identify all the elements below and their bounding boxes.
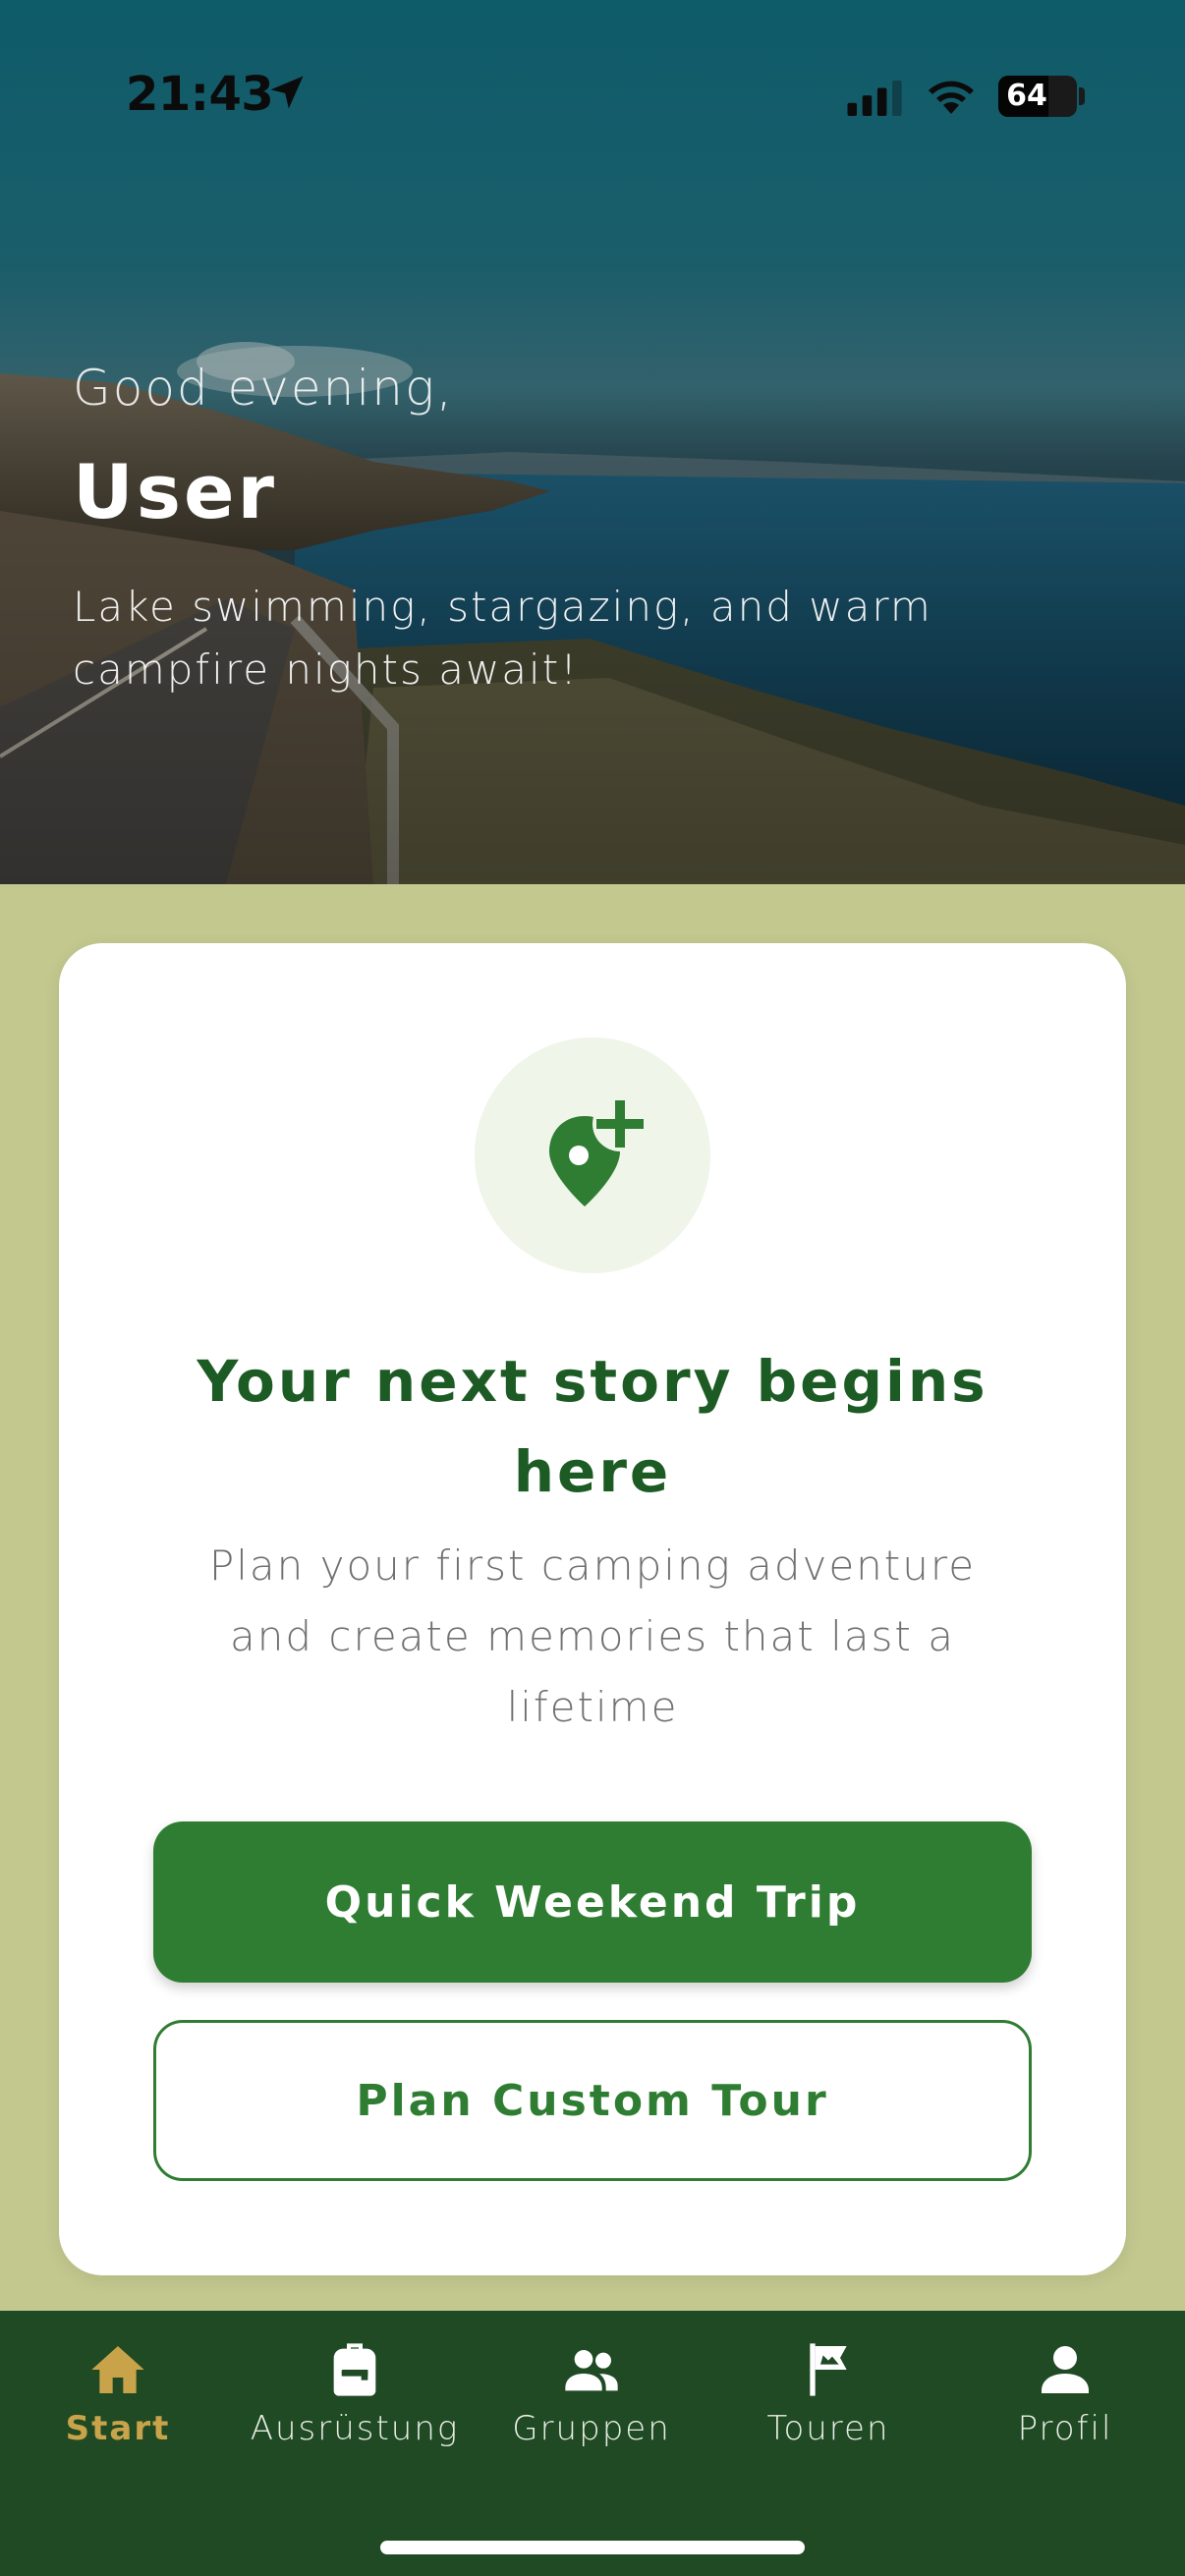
group-icon	[565, 2350, 618, 2391]
nav-label-start: Start	[65, 2409, 171, 2448]
nav-label-gruppen: Gruppen	[512, 2409, 671, 2448]
nav-item-touren[interactable]: Touren	[710, 2338, 946, 2476]
nav-item-ausruestung[interactable]: Ausrüstung	[237, 2338, 473, 2476]
battery-level: 64	[1006, 79, 1047, 113]
cellular-signal-icon	[847, 80, 902, 116]
nav-label-profil: Profil	[1017, 2409, 1113, 2448]
home-indicator[interactable]	[380, 2541, 805, 2554]
plan-custom-tour-button[interactable]: Plan Custom Tour	[153, 2020, 1032, 2181]
wifi-icon	[929, 81, 974, 114]
empty-state-card: Your next story begins here Plan your fi…	[59, 943, 1126, 2275]
backpack-icon	[333, 2343, 376, 2396]
nav-item-profil[interactable]: Profil	[947, 2338, 1183, 2476]
nav-item-gruppen[interactable]: Gruppen	[474, 2338, 709, 2476]
add-location-icon	[549, 1096, 648, 1206]
bottom-navigation: Start Ausrüstung Gruppen Touren Profil	[0, 2311, 1185, 2576]
user-name: User	[73, 448, 277, 535]
flag-icon	[810, 2343, 847, 2396]
nav-label-touren: Touren	[766, 2409, 890, 2448]
battery-cap	[1079, 87, 1085, 105]
card-title: Your next story begins here	[197, 1348, 988, 1505]
icon-circle	[475, 1037, 710, 1273]
person-icon	[1042, 2346, 1089, 2393]
card-subtitle: Plan your first camping adventure and cr…	[208, 1541, 977, 1731]
home-icon	[91, 2346, 144, 2393]
nav-item-start[interactable]: Start	[0, 2338, 236, 2476]
hero-subtitle: Lake swimming, stargazing, and warm camp…	[73, 583, 932, 694]
location-arrow-icon	[270, 76, 304, 109]
greeting-text: Good evening,	[73, 360, 454, 417]
hero-banner: 21:43 64 Good evening, User Lake swimmin…	[0, 0, 1185, 884]
nav-label-ausruestung: Ausrüstung	[250, 2409, 460, 2448]
status-bar: 21:43 64	[0, 0, 1185, 187]
battery-icon: 64	[998, 76, 1077, 117]
quick-weekend-trip-button[interactable]: Quick Weekend Trip	[153, 1821, 1032, 1983]
status-time: 21:43	[126, 67, 274, 122]
